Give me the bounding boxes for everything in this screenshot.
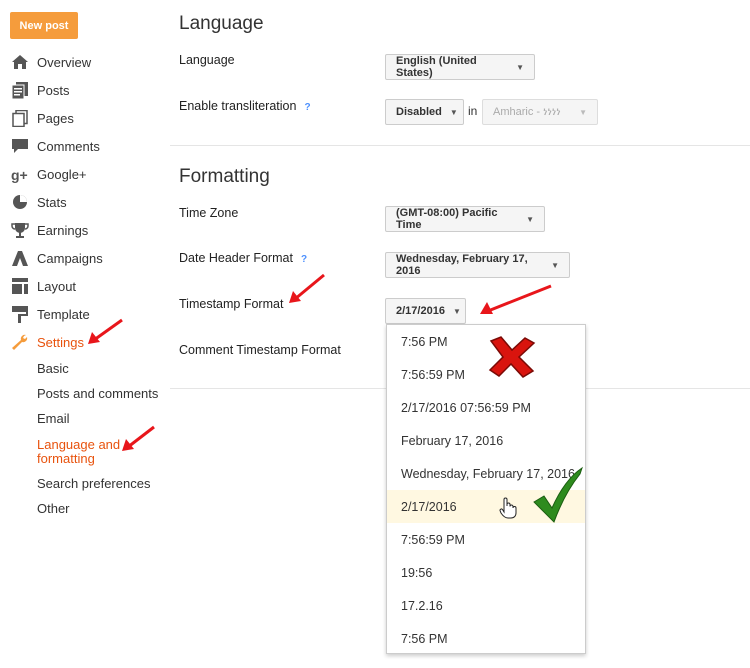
settings-sub-search-preferences[interactable]: Search preferences bbox=[37, 477, 150, 491]
sidebar-item-label: Stats bbox=[37, 194, 67, 210]
comment-timestamp-label: Comment Timestamp Format bbox=[179, 343, 341, 357]
sidebar-item-label: Google+ bbox=[37, 166, 87, 182]
transliteration-language-value: Amharic - ነነነነ bbox=[493, 105, 561, 118]
sidebar-item-earnings[interactable]: Earnings bbox=[10, 219, 88, 241]
trophy-icon bbox=[10, 221, 29, 239]
transliteration-select[interactable]: Disabled ▼ bbox=[385, 99, 464, 125]
sidebar-item-posts[interactable]: Posts bbox=[10, 79, 70, 101]
sidebar-item-label: Earnings bbox=[37, 222, 89, 238]
layout-icon bbox=[10, 277, 29, 295]
sidebar-item-layout[interactable]: Layout bbox=[10, 275, 76, 297]
google-plus-icon: g+ bbox=[10, 165, 29, 183]
campaigns-icon bbox=[10, 249, 29, 267]
language-select[interactable]: English (United States) ▼ bbox=[385, 54, 535, 80]
timestamp-select[interactable]: 2/17/2016 ▼ bbox=[385, 298, 466, 324]
dropdown-option[interactable]: 7:56 PM bbox=[387, 325, 585, 358]
sidebar-item-pages[interactable]: Pages bbox=[10, 107, 74, 129]
sidebar-item-label: Layout bbox=[37, 278, 77, 294]
language-label: Language bbox=[179, 53, 235, 67]
timezone-select[interactable]: (GMT-08:00) Pacific Time ▼ bbox=[385, 206, 545, 232]
new-post-button[interactable]: New post bbox=[10, 12, 78, 39]
dropdown-arrow-icon: ▼ bbox=[551, 260, 559, 270]
language-section-title: Language bbox=[179, 13, 264, 34]
sidebar-item-label: Pages bbox=[37, 110, 74, 126]
date-header-label-row: Date Header Format? bbox=[179, 251, 307, 265]
svg-text:g+: g+ bbox=[11, 167, 28, 183]
transliteration-label: Enable transliteration bbox=[179, 99, 297, 113]
dropdown-option[interactable]: 17.2.16 bbox=[387, 589, 585, 622]
dropdown-option[interactable]: February 17, 2016 bbox=[387, 424, 585, 457]
date-header-select-value: Wednesday, February 17, 2016 bbox=[396, 253, 528, 277]
dropdown-arrow-icon: ▼ bbox=[452, 306, 461, 316]
sidebar-item-label: Posts bbox=[37, 82, 70, 98]
sidebar-item-label: Comments bbox=[37, 138, 100, 154]
in-text: in bbox=[468, 104, 478, 118]
settings-sub-posts-comments[interactable]: Posts and comments bbox=[37, 387, 158, 401]
red-arrow-icon bbox=[120, 425, 156, 458]
posts-icon bbox=[10, 81, 29, 99]
dropdown-option[interactable]: 7:56 PM bbox=[387, 622, 585, 655]
sidebar-item-label: Template bbox=[37, 306, 90, 322]
red-arrow-icon bbox=[478, 283, 554, 324]
transliteration-select-value: Disabled bbox=[396, 106, 442, 118]
date-header-label: Date Header Format bbox=[179, 251, 293, 265]
date-header-select[interactable]: Wednesday, February 17, 2016 ▼ bbox=[385, 252, 570, 278]
sidebar-item-label: Campaigns bbox=[37, 250, 103, 266]
transliteration-label-row: Enable transliteration? bbox=[179, 99, 311, 113]
stats-icon bbox=[10, 193, 29, 211]
settings-sub-other[interactable]: Other bbox=[37, 502, 70, 516]
pages-icon bbox=[10, 109, 29, 127]
language-select-value: English (United States) bbox=[396, 55, 477, 79]
sidebar-item-label: Settings bbox=[37, 334, 84, 350]
sidebar-item-settings[interactable]: Settings bbox=[10, 331, 84, 353]
sidebar-item-template[interactable]: Template bbox=[10, 303, 90, 325]
help-icon[interactable]: ? bbox=[304, 102, 310, 113]
dropdown-option[interactable]: 7:56:59 PM bbox=[387, 358, 585, 391]
dropdown-option[interactable]: 2/17/2016 07:56:59 PM bbox=[387, 391, 585, 424]
sidebar-item-overview[interactable]: Overview bbox=[10, 51, 91, 73]
dropdown-arrow-icon: ▼ bbox=[516, 62, 524, 72]
timestamp-select-value: 2/17/2016 bbox=[396, 305, 445, 317]
sidebar-item-label: Overview bbox=[37, 54, 92, 70]
template-icon bbox=[10, 305, 29, 323]
comments-icon bbox=[10, 137, 29, 155]
home-icon bbox=[10, 53, 29, 71]
sidebar-item-campaigns[interactable]: Campaigns bbox=[10, 247, 103, 269]
hand-cursor-icon bbox=[499, 497, 517, 524]
sidebar-item-comments[interactable]: Comments bbox=[10, 135, 100, 157]
dropdown-option[interactable]: 19:56 bbox=[387, 556, 585, 589]
green-check-icon bbox=[532, 466, 584, 529]
sidebar-item-google-plus[interactable]: g+ Google+ bbox=[10, 163, 87, 185]
red-x-icon bbox=[487, 335, 537, 384]
sidebar-item-stats[interactable]: Stats bbox=[10, 191, 67, 213]
red-arrow-icon bbox=[86, 318, 124, 351]
dropdown-arrow-icon: ▼ bbox=[579, 107, 587, 117]
timestamp-label: Timestamp Format bbox=[179, 297, 284, 311]
dropdown-arrow-icon: ▼ bbox=[526, 214, 534, 224]
timezone-select-value: (GMT-08:00) Pacific Time bbox=[396, 207, 498, 231]
settings-sub-basic[interactable]: Basic bbox=[37, 362, 69, 376]
red-arrow-icon bbox=[287, 273, 327, 310]
timezone-label: Time Zone bbox=[179, 206, 239, 220]
help-icon[interactable]: ? bbox=[301, 254, 307, 265]
transliteration-language-select: Amharic - ነነነነ ▼ bbox=[482, 99, 598, 125]
formatting-section-title: Formatting bbox=[179, 166, 270, 187]
wrench-icon bbox=[10, 333, 29, 351]
section-divider bbox=[170, 145, 750, 146]
settings-sub-email[interactable]: Email bbox=[37, 412, 70, 426]
dropdown-arrow-icon: ▼ bbox=[449, 107, 458, 117]
settings-sub-language-formatting[interactable]: Language and formatting bbox=[37, 438, 127, 466]
